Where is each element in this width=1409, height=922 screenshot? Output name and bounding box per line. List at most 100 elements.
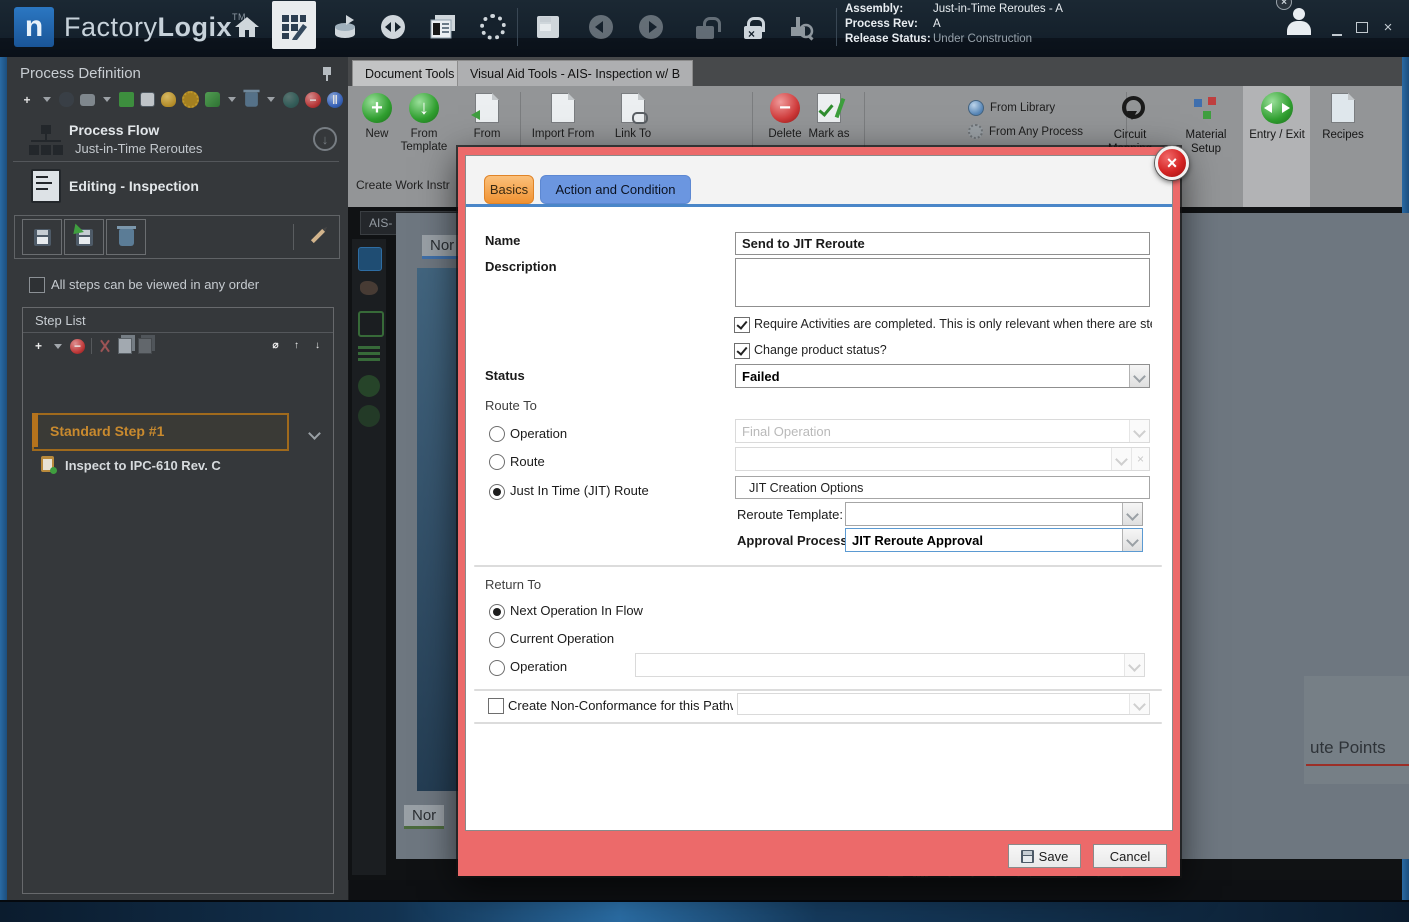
route-route-dropdown[interactable]: × xyxy=(735,447,1150,471)
add-step-caret[interactable] xyxy=(54,344,62,349)
dropdown-button[interactable] xyxy=(1129,365,1149,387)
approval-process-dropdown[interactable]: JIT Reroute Approval xyxy=(845,528,1143,552)
change-product-status-checkbox[interactable] xyxy=(734,342,750,360)
unlock-icon[interactable] xyxy=(690,12,720,42)
recipes-button[interactable]: Recipes xyxy=(1310,90,1376,142)
return-next-operation-radio[interactable] xyxy=(489,604,505,620)
dropdown-button[interactable] xyxy=(1122,503,1142,525)
bell-icon[interactable] xyxy=(161,92,176,107)
status-dropdown[interactable]: Failed xyxy=(735,364,1150,388)
select-move-tool-icon[interactable] xyxy=(358,247,382,271)
add-icon[interactable]: + xyxy=(19,92,35,108)
dialog-close-button[interactable]: × xyxy=(1155,146,1189,180)
add-step-icon[interactable]: + xyxy=(31,339,46,354)
package-icon[interactable] xyxy=(205,92,220,107)
gold-gear-icon[interactable] xyxy=(182,91,199,108)
route-to-route-radio[interactable] xyxy=(489,454,505,470)
reports-icon[interactable] xyxy=(428,12,458,42)
cut-icon[interactable] xyxy=(98,339,112,353)
require-activities-checkbox[interactable] xyxy=(734,316,750,334)
process-designer-icon[interactable] xyxy=(279,12,309,42)
settings-gear-icon[interactable] xyxy=(478,12,508,42)
home-icon[interactable] xyxy=(232,12,262,42)
dropdown-button[interactable] xyxy=(1124,654,1144,676)
move-up-icon[interactable]: ↑ xyxy=(289,338,304,353)
save-button[interactable]: Save xyxy=(1008,844,1081,868)
dropdown-button[interactable] xyxy=(1129,420,1149,442)
paste-icon[interactable] xyxy=(138,338,152,354)
window-close-button[interactable]: × xyxy=(1378,19,1398,36)
stop-icon[interactable]: − xyxy=(305,92,321,108)
dropdown-button[interactable] xyxy=(1111,448,1131,470)
description-input[interactable] xyxy=(735,258,1150,307)
viewer-tab-bottom[interactable]: Nor xyxy=(404,805,444,829)
delete-dropdown-caret[interactable] xyxy=(267,97,275,102)
clear-icon[interactable]: × xyxy=(1131,448,1149,470)
inspect-tool-icon[interactable] xyxy=(786,12,816,42)
reroute-template-dropdown[interactable] xyxy=(845,502,1143,526)
entry-exit-button[interactable]: Entry / Exit xyxy=(1244,90,1310,142)
package-dropdown-caret[interactable] xyxy=(228,97,236,102)
delete-process-icon[interactable] xyxy=(245,92,258,106)
remove-step-icon[interactable]: − xyxy=(70,339,85,354)
eraser-tool-icon[interactable] xyxy=(360,281,378,295)
move-down-icon[interactable]: ↓ xyxy=(310,338,325,353)
cancel-button[interactable]: Cancel xyxy=(1093,844,1167,868)
zoom-step-icon[interactable]: ⌀ xyxy=(268,338,283,353)
material-setup-button[interactable]: Material Setup xyxy=(1173,90,1239,156)
grid-tool-icon[interactable] xyxy=(358,311,384,337)
redo-forward-icon[interactable] xyxy=(636,12,666,42)
dropdown-button[interactable] xyxy=(1122,529,1142,551)
route-operation-dropdown[interactable]: Final Operation xyxy=(735,419,1150,443)
save-icon[interactable] xyxy=(533,12,563,42)
edit-pencil-button[interactable] xyxy=(299,219,337,253)
link-to-button[interactable]: Link To xyxy=(604,91,662,141)
shuffle-process-icon[interactable] xyxy=(119,92,134,107)
any-order-checkbox[interactable] xyxy=(29,276,45,294)
add-dropdown-caret[interactable] xyxy=(43,97,51,102)
route-to-operation-radio[interactable] xyxy=(489,426,505,442)
name-input[interactable] xyxy=(735,232,1150,255)
mark-as-button[interactable]: Mark as xyxy=(800,91,858,141)
tab-action-and-condition[interactable]: Action and Condition xyxy=(540,175,691,204)
pause-icon[interactable]: ‖ xyxy=(327,92,343,108)
create-nc-checkbox[interactable] xyxy=(488,697,504,715)
print-dropdown-caret[interactable] xyxy=(103,97,111,102)
find-binoculars-icon[interactable] xyxy=(59,92,74,107)
import-from-button[interactable]: Import From xyxy=(526,91,600,141)
window-maximize-button[interactable] xyxy=(1352,21,1372,36)
return-operation-dropdown[interactable] xyxy=(635,653,1145,677)
nc-pathway-dropdown[interactable] xyxy=(737,693,1150,715)
discard-button[interactable] xyxy=(106,219,146,255)
collapse-down-icon[interactable]: ↓ xyxy=(313,127,337,151)
save-as-button[interactable] xyxy=(64,219,104,255)
tab-basics[interactable]: Basics xyxy=(484,175,534,204)
pin-icon[interactable] xyxy=(321,67,333,81)
tab-visual-aid-tools[interactable]: Visual Aid Tools - AIS- Inspection w/ B xyxy=(457,60,693,87)
refresh-icon[interactable] xyxy=(283,92,299,108)
visual-aid-image[interactable] xyxy=(417,268,464,791)
return-operation-radio[interactable] xyxy=(489,660,505,676)
tab-document-tools[interactable]: Document Tools xyxy=(352,60,467,87)
from-any-process-button[interactable]: From Any Process xyxy=(968,124,1083,139)
from-library-button[interactable]: From Library xyxy=(968,100,1055,116)
return-current-operation-radio[interactable] xyxy=(489,632,505,648)
align-lines-tool-icon[interactable] xyxy=(358,343,380,365)
undo-back-icon[interactable] xyxy=(586,12,616,42)
print-icon[interactable] xyxy=(80,94,95,106)
from-source-button[interactable]: From xyxy=(458,91,516,141)
step-item-standard-step-1[interactable]: Standard Step #1 xyxy=(32,413,289,451)
move-selection-tool-icon[interactable] xyxy=(358,405,380,427)
window-minimize-button[interactable] xyxy=(1327,24,1347,39)
viewer-tab-top[interactable]: Nor xyxy=(422,235,462,259)
sync-icon[interactable] xyxy=(378,12,408,42)
route-to-jit-radio[interactable] xyxy=(489,484,505,500)
from-template-button[interactable]: ↓ From Template xyxy=(392,91,456,154)
copy-icon[interactable] xyxy=(118,338,132,354)
lock-close-icon[interactable]: × xyxy=(738,12,768,42)
presentation-icon[interactable] xyxy=(140,92,155,107)
save-step-button[interactable] xyxy=(22,219,62,255)
move-all-tool-icon[interactable] xyxy=(358,375,380,397)
step-expand-chevron[interactable] xyxy=(310,425,319,443)
dropdown-button[interactable] xyxy=(1129,694,1149,714)
